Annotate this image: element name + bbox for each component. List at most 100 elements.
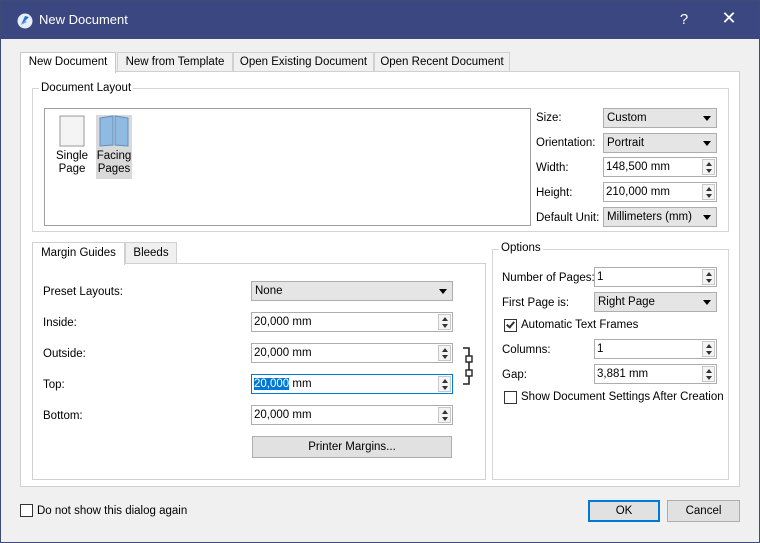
options-title: Options: [499, 242, 543, 254]
chevron-down-icon: [703, 215, 711, 220]
single-page-icon: [59, 115, 85, 147]
bottom-label: Bottom:: [43, 410, 83, 422]
arrow-up-icon: [706, 187, 712, 191]
columns-spinbox[interactable]: 1: [594, 339, 717, 359]
inside-spinbox[interactable]: 20,000 mm: [251, 312, 453, 332]
outside-stepper[interactable]: [438, 345, 451, 361]
tab-new-document[interactable]: New Document: [20, 52, 116, 73]
outside-label: Outside:: [43, 348, 86, 360]
top-value-unit: mm: [289, 378, 312, 390]
preset-layouts-combobox[interactable]: None: [251, 281, 453, 301]
layout-selector: Single Page Facing Pages: [44, 108, 531, 226]
width-stepper[interactable]: [702, 159, 715, 175]
arrow-down-icon: [442, 324, 448, 328]
help-button[interactable]: ?: [677, 11, 691, 28]
single-page-label-1: Single: [56, 150, 88, 162]
size-combobox[interactable]: Custom: [603, 108, 717, 128]
height-stepper[interactable]: [702, 184, 715, 200]
outside-spinbox[interactable]: 20,000 mm: [251, 343, 453, 363]
top-value: 20,000 mm: [254, 378, 312, 390]
single-page-option[interactable]: Single Page: [54, 115, 90, 179]
tab-margin-guides[interactable]: Margin Guides: [32, 242, 125, 265]
size-label: Size:: [536, 112, 562, 124]
bottom-spinbox[interactable]: 20,000 mm: [251, 405, 453, 425]
size-value: Custom: [607, 112, 647, 124]
new-document-dialog: New Document ? ✕ New Document New from T…: [0, 0, 760, 543]
orientation-combobox[interactable]: Portrait: [603, 133, 717, 153]
show-settings-after-creation-checkbox[interactable]: [504, 391, 517, 404]
first-page-combobox[interactable]: Right Page: [594, 292, 717, 312]
preset-layouts-value: None: [255, 285, 283, 297]
number-of-pages-stepper[interactable]: [702, 269, 715, 285]
height-spinbox[interactable]: 210,000 mm: [603, 182, 717, 202]
window-title: New Document: [39, 12, 128, 27]
arrow-up-icon: [442, 410, 448, 414]
link-margins-icon[interactable]: [461, 346, 473, 386]
tab-new-from-template[interactable]: New from Template: [117, 52, 233, 72]
tab-bleeds[interactable]: Bleeds: [125, 242, 177, 264]
orientation-label: Orientation:: [536, 137, 596, 149]
top-stepper[interactable]: [438, 376, 451, 392]
top-spinbox[interactable]: 20,000 mm: [251, 374, 453, 394]
arrow-down-icon: [706, 194, 712, 198]
single-page-label-2: Page: [58, 163, 86, 175]
chevron-down-icon: [703, 116, 711, 121]
preset-layouts-label: Preset Layouts:: [43, 286, 123, 298]
width-label: Width:: [536, 162, 569, 174]
automatic-text-frames-label[interactable]: Automatic Text Frames: [521, 319, 638, 331]
do-not-show-again-label[interactable]: Do not show this dialog again: [37, 505, 187, 517]
top-label: Top:: [43, 379, 65, 391]
chevron-down-icon: [703, 300, 711, 305]
arrow-down-icon: [706, 279, 712, 283]
cancel-button[interactable]: Cancel: [667, 500, 740, 522]
default-unit-value: Millimeters (mm): [607, 211, 692, 223]
gap-spinbox[interactable]: 3,881 mm: [594, 364, 717, 384]
arrow-down-icon: [706, 376, 712, 380]
tab-open-existing-document[interactable]: Open Existing Document: [233, 52, 374, 72]
chevron-down-icon: [439, 289, 447, 294]
number-of-pages-spinbox[interactable]: 1: [594, 267, 717, 287]
do-not-show-again-checkbox[interactable]: [20, 504, 33, 517]
facing-pages-label-1: Facing: [96, 150, 132, 162]
arrow-down-icon: [442, 417, 448, 421]
arrow-down-icon: [442, 386, 448, 390]
title-bar[interactable]: New Document ? ✕: [1, 1, 759, 39]
width-spinbox[interactable]: 148,500 mm: [603, 157, 717, 177]
gap-label: Gap:: [502, 369, 527, 381]
close-icon[interactable]: ✕: [719, 8, 739, 29]
default-unit-combobox[interactable]: Millimeters (mm): [603, 207, 717, 227]
checkmark-icon: [506, 319, 515, 329]
arrow-up-icon: [706, 344, 712, 348]
chevron-down-icon: [703, 141, 711, 146]
gap-value: 3,881 mm: [597, 368, 649, 380]
ok-button[interactable]: OK: [588, 500, 660, 522]
document-layout-title: Document Layout: [39, 82, 134, 94]
arrow-up-icon: [442, 317, 448, 321]
width-value: 148,500 mm: [606, 161, 670, 173]
facing-pages-icon: [99, 115, 129, 147]
new-document-panel: Document Layout Single Page Facing Pages…: [20, 71, 740, 487]
show-settings-after-creation-label[interactable]: Show Document Settings After Creation: [521, 391, 724, 403]
inside-label: Inside:: [43, 317, 77, 329]
arrow-up-icon: [442, 348, 448, 352]
bottom-stepper[interactable]: [438, 407, 451, 423]
arrow-down-icon: [442, 355, 448, 359]
automatic-text-frames-checkbox[interactable]: [504, 319, 517, 332]
inside-stepper[interactable]: [438, 314, 451, 330]
arrow-down-icon: [706, 169, 712, 173]
arrow-up-icon: [442, 379, 448, 383]
height-label: Height:: [536, 187, 573, 199]
printer-margins-button[interactable]: Printer Margins...: [252, 436, 452, 458]
columns-label: Columns:: [502, 344, 551, 356]
columns-value: 1: [597, 343, 604, 355]
columns-stepper[interactable]: [702, 341, 715, 357]
gap-stepper[interactable]: [702, 366, 715, 382]
tab-open-recent-document[interactable]: Open Recent Document: [374, 52, 510, 72]
facing-pages-option[interactable]: Facing Pages: [96, 115, 132, 179]
bottom-value: 20,000 mm: [254, 409, 312, 421]
arrow-up-icon: [706, 369, 712, 373]
top-value-selected: 20,000: [254, 378, 290, 390]
number-of-pages-label: Number of Pages:: [502, 272, 595, 284]
arrow-up-icon: [706, 162, 712, 166]
default-unit-label: Default Unit:: [536, 212, 600, 224]
